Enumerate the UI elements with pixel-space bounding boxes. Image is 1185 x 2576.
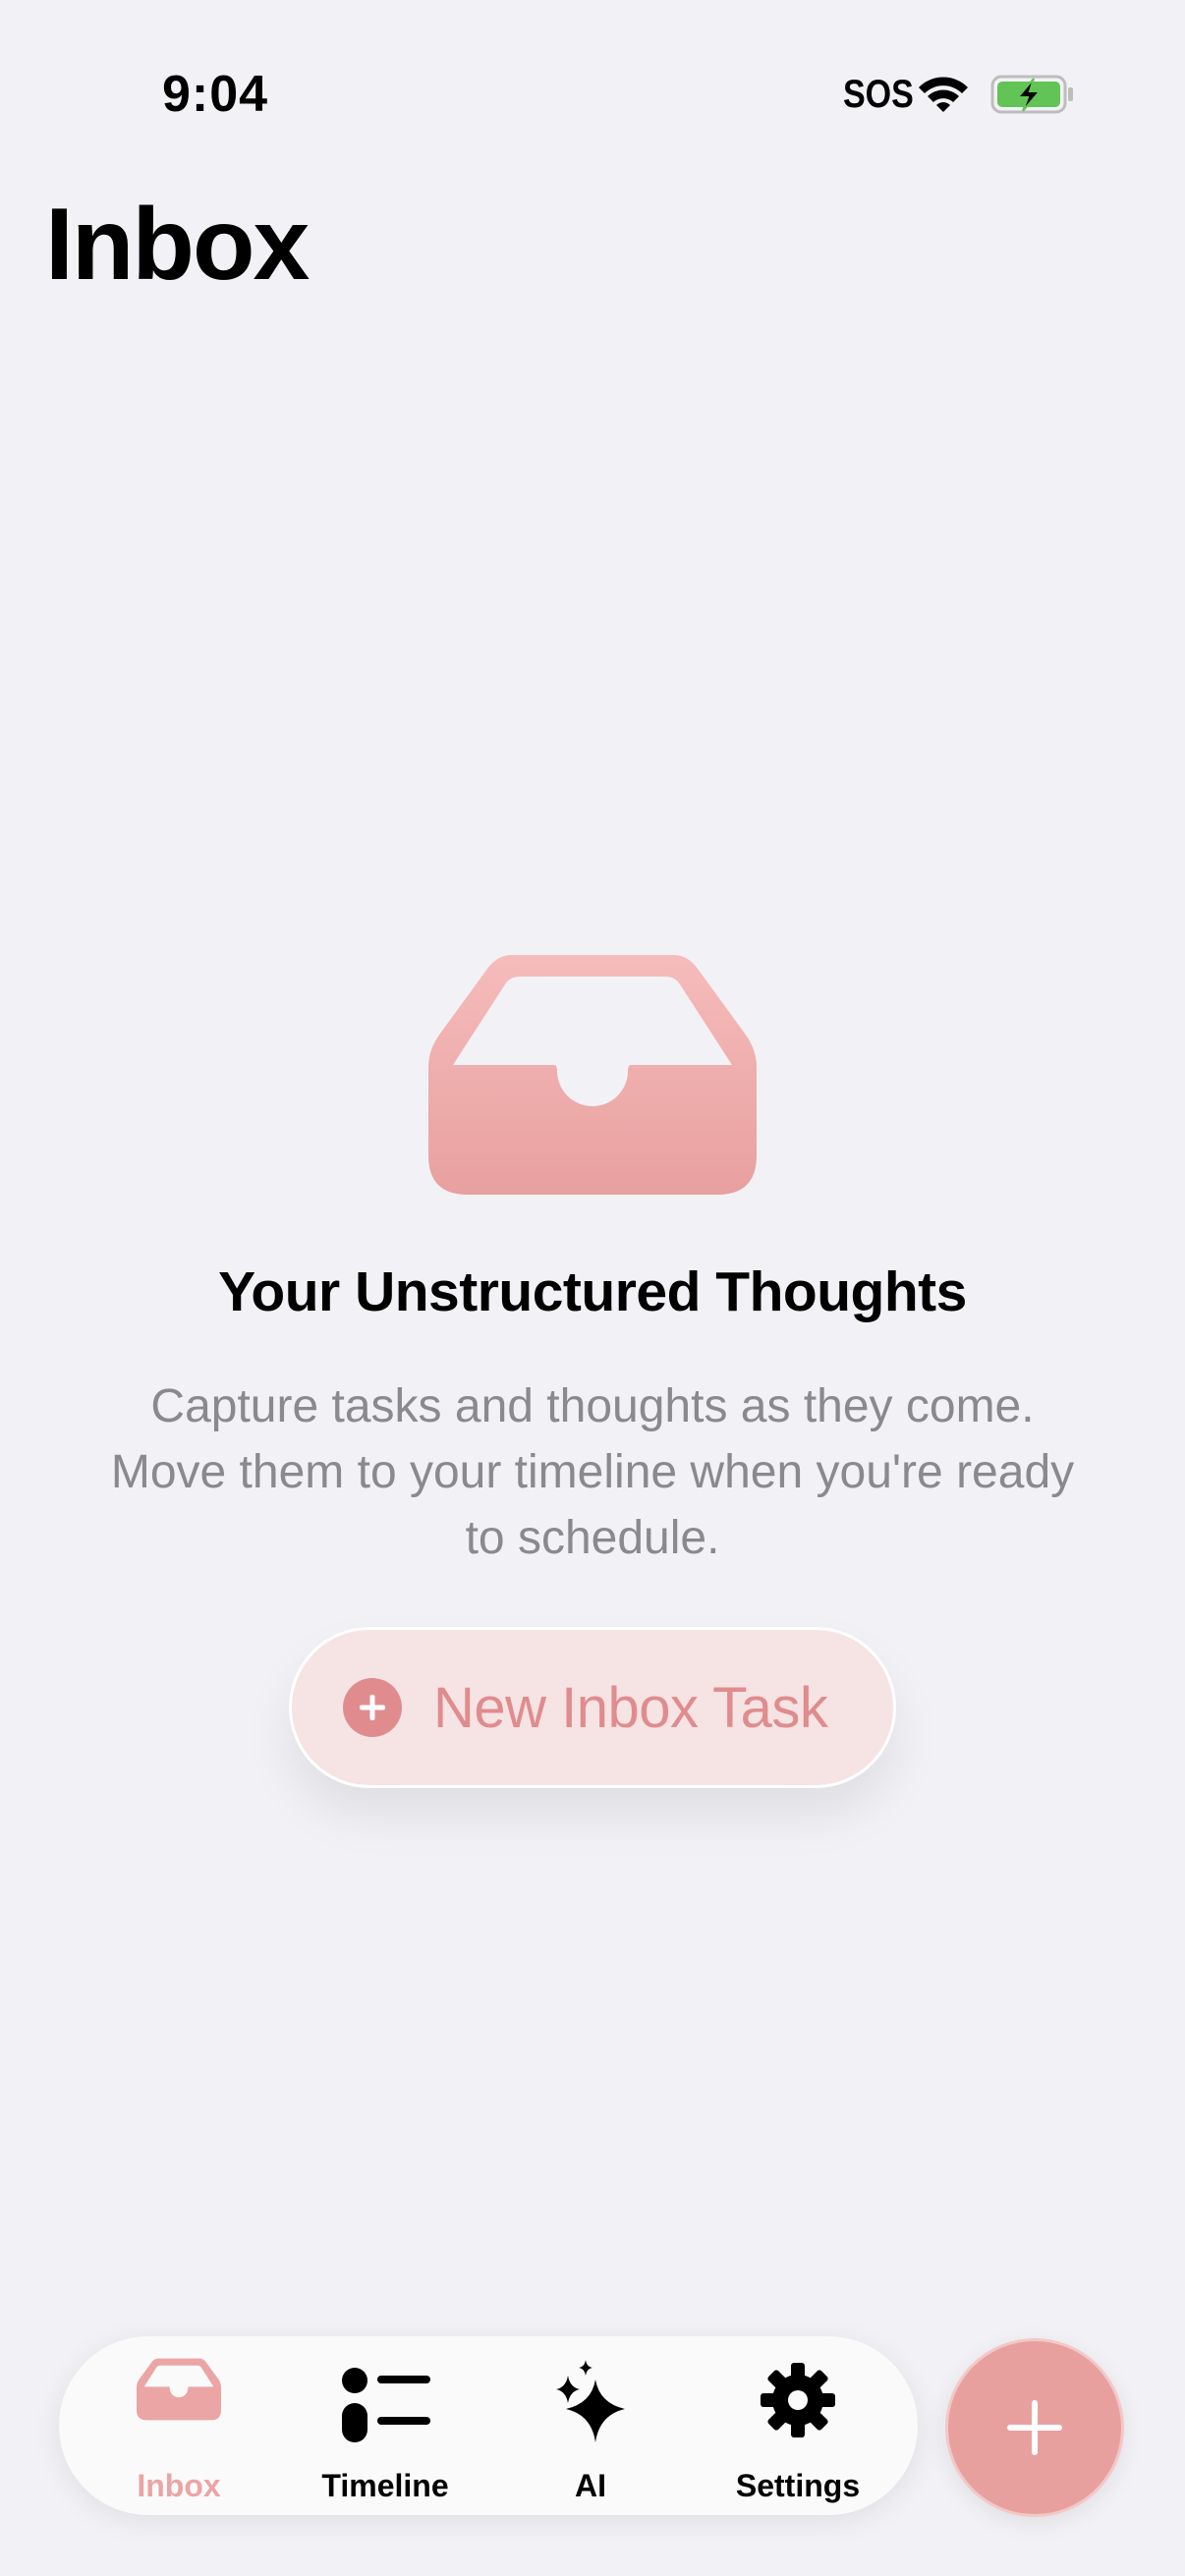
inbox-tray-icon xyxy=(428,955,757,1195)
tab-timeline[interactable]: Timeline xyxy=(287,2336,483,2515)
page-title: Inbox xyxy=(45,188,310,302)
sparkles-icon xyxy=(556,2360,625,2442)
empty-state-title: Your Unstructured Thoughts xyxy=(218,1260,967,1323)
status-time: 9:04 xyxy=(162,66,269,123)
tab-settings[interactable]: Settings xyxy=(700,2336,896,2515)
new-inbox-task-button[interactable]: New Inbox Task xyxy=(289,1627,896,1788)
tab-label: Settings xyxy=(735,2468,861,2503)
gear-icon xyxy=(761,2363,835,2437)
inbox-tray-icon xyxy=(137,2358,221,2421)
tab-inbox[interactable]: Inbox xyxy=(81,2336,277,2515)
plus-circle-icon xyxy=(343,1678,402,1737)
empty-state-description: Capture tasks and thoughts as they come.… xyxy=(110,1380,1075,1564)
new-inbox-task-label: New Inbox Task xyxy=(433,1675,828,1740)
tab-label: Inbox xyxy=(137,2468,221,2503)
wifi-icon xyxy=(919,77,968,112)
carrier-label: SOS xyxy=(843,72,914,116)
list-bullet-icon xyxy=(342,2368,430,2442)
tab-label: AI xyxy=(575,2468,606,2503)
add-task-fab[interactable] xyxy=(945,2338,1124,2517)
tab-label: Timeline xyxy=(321,2468,449,2503)
tab-ai[interactable]: AI xyxy=(492,2336,689,2515)
status-icons: SOS xyxy=(843,67,1075,122)
tab-bar: Inbox Timeline AI Settings xyxy=(59,2336,918,2515)
battery-charging-icon xyxy=(990,75,1073,114)
